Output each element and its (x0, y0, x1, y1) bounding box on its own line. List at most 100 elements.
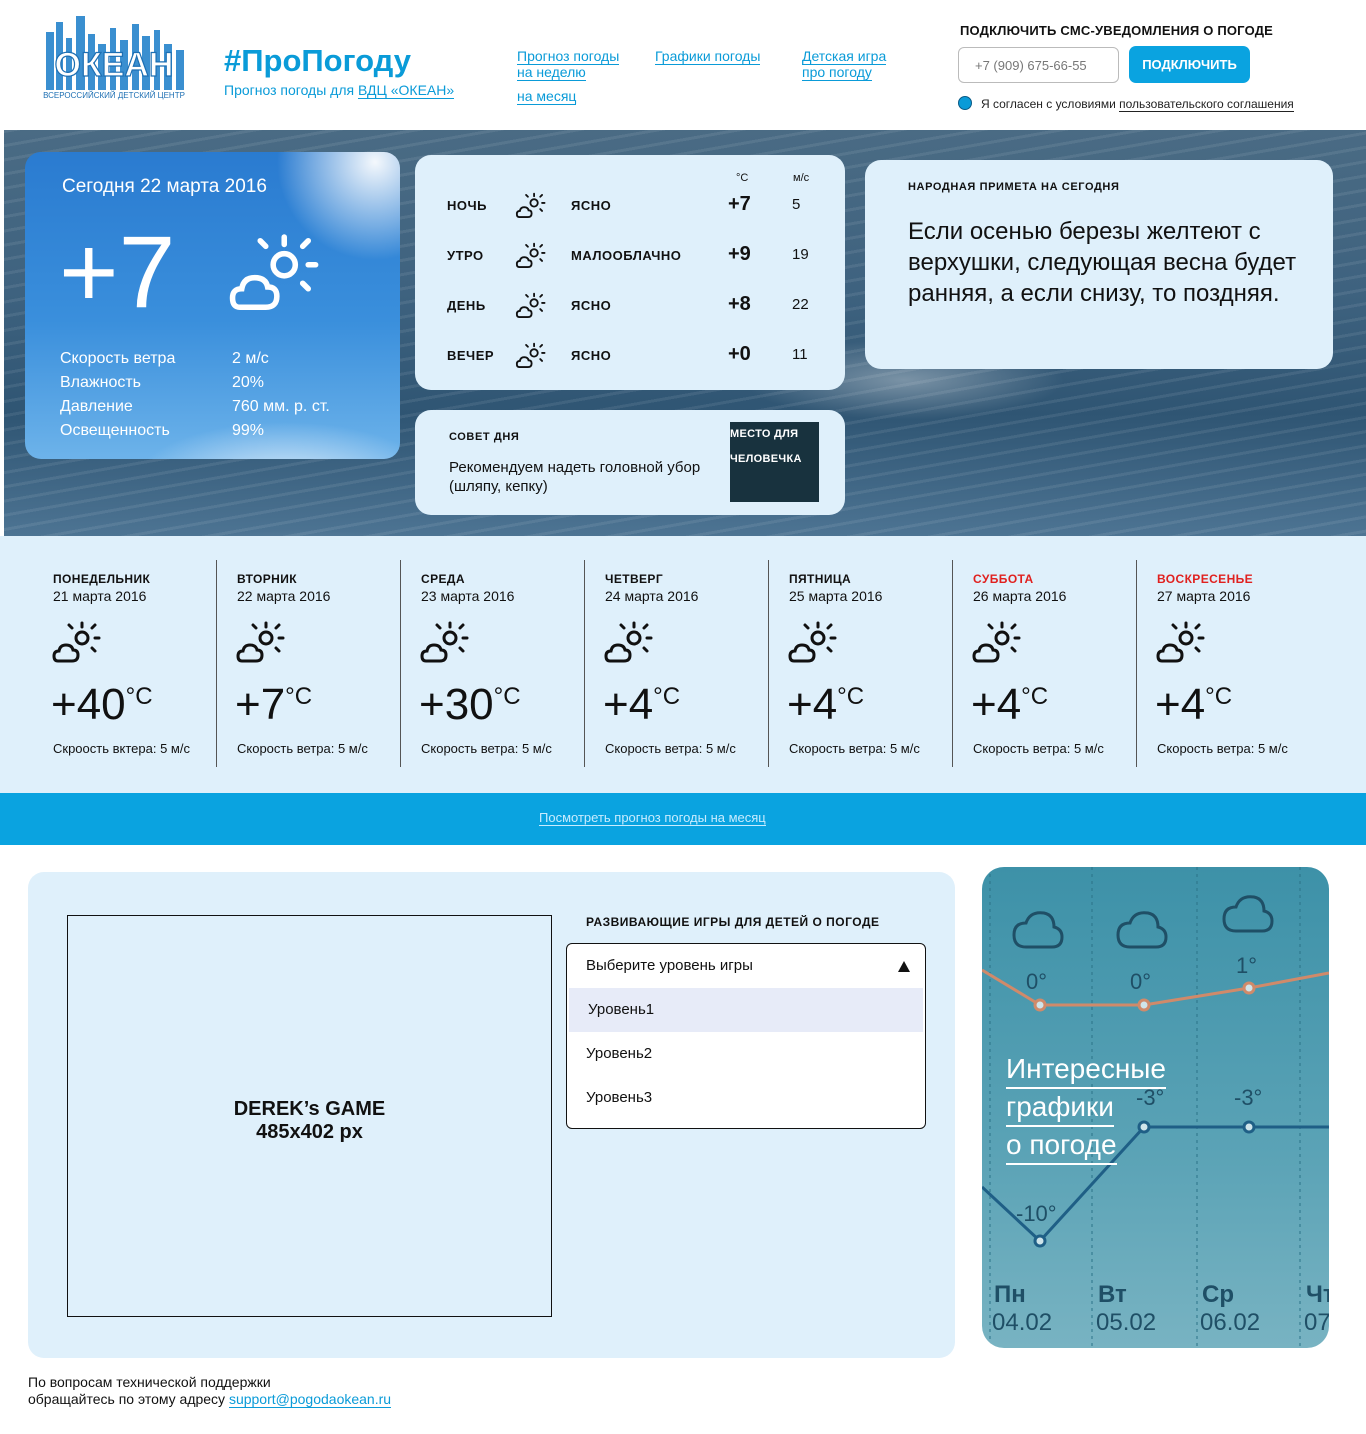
charts-caption-line: графики (1006, 1089, 1114, 1127)
day-name: ВОСКРЕСЕНЬЕ (1157, 572, 1254, 586)
day-card[interactable]: ПЯТНИЦА 25 марта 2016 +4°C Скорость ветр… (768, 560, 953, 767)
sun-cloud-icon (515, 342, 546, 369)
sun-cloud-icon (420, 621, 469, 663)
day-temp: +4°C (603, 680, 681, 729)
hashtag-title: #ПроПогоду (224, 43, 411, 78)
level-select-placeholder[interactable]: Выберите уровень игры (567, 944, 925, 988)
today-card: Сегодня 22 марта 2016 +7 Скорость ветра … (25, 152, 400, 459)
footer-line: обращайтесь по этому адресу support@pogo… (28, 1391, 392, 1408)
game-area[interactable]: DEREK’s GAME 485x402 px (67, 915, 552, 1317)
day-card[interactable]: СРЕДА 23 марта 2016 +30°C Скорость ветра… (400, 560, 585, 767)
chart-bg-label: 05.02 (1096, 1309, 1157, 1336)
advice-label: СОВЕТ ДНЯ (449, 431, 520, 443)
nav-week-line2[interactable]: на неделю (517, 64, 586, 81)
folk-sign-panel: НАРОДНАЯ ПРИМЕТА НА СЕГОДНЯ Если осенью … (865, 160, 1333, 369)
chart-bg-label: 0° (1026, 969, 1048, 994)
day-temp: +40°C (51, 680, 153, 729)
folk-sign-label: НАРОДНАЯ ПРИМЕТА НА СЕГОДНЯ (908, 181, 1120, 193)
chart-bg-label: -10° (1016, 1201, 1057, 1226)
daypart-wind: 22 (792, 296, 809, 313)
caret-up-icon[interactable] (898, 961, 910, 972)
daypart-name: НОЧЬ (447, 198, 487, 213)
brand-block: #ПроПогоду Прогноз погоды для ВДЦ «ОКЕАН… (224, 43, 455, 99)
day-wind: Скорость ветра: 5 м/с (1157, 741, 1288, 756)
sun-cloud-icon (788, 621, 837, 663)
logo-subtext: ВСЕРОССИЙСКИЙ ДЕТСКИЙ ЦЕНТР (43, 91, 185, 100)
chart-bg-label: Ср (1202, 1281, 1234, 1308)
daypart-row: УТРО МАЛООБЛАЧНО +9 19 (415, 240, 845, 270)
day-wind: Скорость ветра: 5 м/с (237, 741, 368, 756)
logo-text: ОКЕАН (55, 46, 174, 84)
subscribe-button[interactable]: ПОДКЛЮЧИТЬ (1129, 46, 1250, 83)
chart-bg-label: -3° (1234, 1085, 1263, 1110)
today-humidity-label: Влажность (60, 374, 142, 391)
chart-bg-label: 1° (1236, 953, 1258, 978)
level-select[interactable]: Выберите уровень игры Уровень1 Уровень2 … (566, 943, 926, 1129)
level-option[interactable]: Уровень3 (567, 1076, 925, 1120)
chart-bg-label: 07 (1304, 1309, 1329, 1336)
daypart-desc: ЯСНО (571, 298, 612, 313)
day-wind: Скорость ветра: 5 м/с (421, 741, 552, 756)
nav-month[interactable]: на месяц (517, 88, 577, 105)
nav-week-line1[interactable]: Прогноз погоды (517, 48, 620, 65)
day-wind: Скорость ветра: 5 м/с (789, 741, 920, 756)
charts-caption-line: Интересные (1006, 1051, 1166, 1089)
today-date: Сегодня 22 марта 2016 (62, 176, 267, 197)
month-forecast-link[interactable]: Посмотреть прогноз погоды на месяц (539, 810, 766, 826)
day-name: ЧЕТВЕРГ (605, 572, 664, 586)
dayparts-panel: °C м/с НОЧЬ ЯСНО +7 5 УТРО МАЛООБЛАЧНО +… (415, 155, 845, 390)
day-card[interactable]: ПОНЕДЕЛЬНИК 21 марта 2016 +40°C Скроость… (33, 560, 217, 765)
day-name: СРЕДА (421, 572, 465, 586)
daypart-wind: 11 (792, 346, 808, 363)
day-card[interactable]: СУББОТА 26 марта 2016 +4°C Скорость ветр… (952, 560, 1137, 767)
folk-sign-text: Если осенью березы желтеют с верхушки, с… (908, 218, 1297, 307)
daypart-temp: +8 (728, 293, 751, 315)
charts-promo-caption[interactable]: Интересные графики о погоде (1006, 1051, 1166, 1165)
ocean-link[interactable]: ВДЦ «ОКЕАН» (358, 82, 455, 99)
daypart-temp: +0 (728, 343, 751, 365)
logo[interactable]: ОКЕАН ВСЕРОССИЙСКИЙ ДЕТСКИЙ ЦЕНТР (40, 10, 188, 108)
divider (768, 560, 769, 767)
sun-cloud-icon (236, 621, 285, 663)
day-wind: Скроость вктера: 5 м/с (53, 741, 190, 756)
day-temp: +30°C (419, 680, 521, 729)
day-card[interactable]: ВТОРНИК 22 марта 2016 +7°C Скорость ветр… (216, 560, 401, 767)
advice-panel: СОВЕТ ДНЯ Рекомендуем надеть головной уб… (415, 410, 845, 515)
day-date: 23 марта 2016 (421, 588, 515, 604)
sun-cloud-icon (604, 621, 653, 663)
unit-wind: м/с (793, 172, 810, 184)
chart-bg-label: Пн (994, 1281, 1026, 1308)
level-option[interactable]: Уровень1 (569, 988, 923, 1032)
agreement-link[interactable]: пользовательского соглашения (1119, 97, 1294, 112)
daypart-wind: 19 (792, 246, 809, 263)
day-temp: +7°C (235, 680, 313, 729)
week-forecast: ПОНЕДЕЛЬНИК 21 марта 2016 +40°C Скроость… (0, 536, 1366, 793)
sun-cloud-icon (515, 192, 546, 218)
agree-checkbox[interactable] (958, 96, 972, 110)
game-section: DEREK’s GAME 485x402 px РАЗВИВАЮЩИЕ ИГРЫ… (28, 872, 955, 1358)
unit-temp: °C (736, 172, 749, 184)
level-option[interactable]: Уровень2 (567, 1032, 925, 1076)
game-title: РАЗВИВАЮЩИЕ ИГРЫ ДЛЯ ДЕТЕЙ О ПОГОДЕ (586, 915, 880, 929)
nav-game-line2[interactable]: про погоду (802, 64, 872, 81)
today-pressure-value: 760 мм. р. ст. (232, 398, 330, 415)
daypart-name: ДЕНЬ (447, 298, 486, 313)
chart-bg-label: Вт (1098, 1281, 1127, 1308)
charts-promo[interactable]: 0° 0° 1° -3° -3° -10° Пн Вт Ср Чт 04.02 … (982, 867, 1329, 1348)
today-humidity-value: 20% (232, 374, 265, 391)
sun-cloud-icon (52, 621, 101, 663)
nav-charts[interactable]: Графики погоды (655, 48, 761, 65)
today-temp: +7 (59, 215, 176, 329)
day-card[interactable]: ЧЕТВЕРГ 24 марта 2016 +4°C Скорость ветр… (584, 560, 769, 767)
daypart-desc: МАЛООБЛАЧНО (571, 248, 682, 263)
divider (1136, 560, 1137, 767)
support-email-link[interactable]: support@pogodaokean.ru (228, 1391, 392, 1408)
sun-cloud-icon (515, 242, 546, 269)
nav-game-line1[interactable]: Детская игра (802, 48, 887, 65)
phone-input[interactable] (958, 47, 1119, 83)
today-light-label: Освещенность (60, 422, 170, 439)
agree-text: Я согласен с условиями пользовательского… (981, 97, 1294, 112)
day-name: ПОНЕДЕЛЬНИК (53, 572, 151, 586)
advice-text: Рекомендуем надеть головной убор (шляпу,… (449, 459, 701, 495)
day-card[interactable]: ВОСКРЕСЕНЬЕ 27 марта 2016 +4°C Скорость … (1136, 560, 1321, 767)
